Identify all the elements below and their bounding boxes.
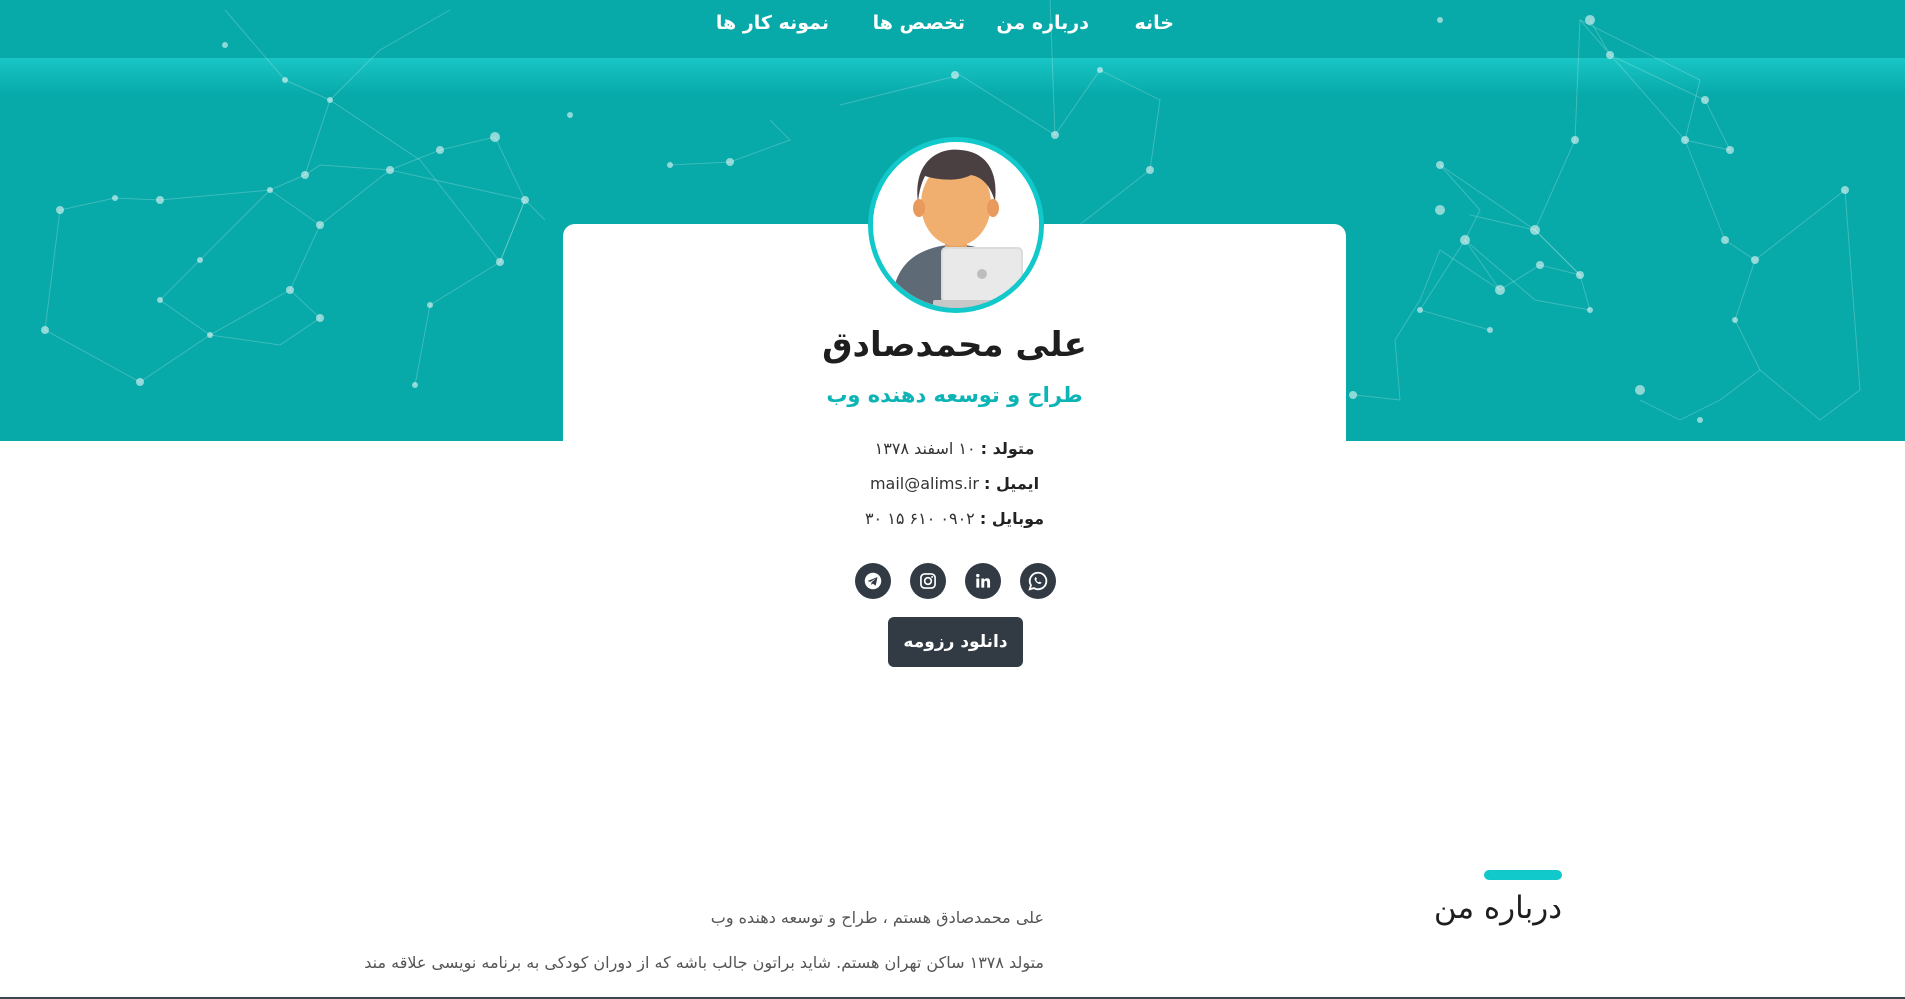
linkedin-icon[interactable] xyxy=(965,563,1001,599)
about-title-accent xyxy=(1484,870,1562,880)
email-value[interactable]: mail@alims.ir xyxy=(870,474,979,493)
mobile-value: ۰۹۰۲ ۶۱۰ ۱۵ ۳۰ xyxy=(864,509,975,528)
profile-role: طراح و توسعه دهنده وب xyxy=(826,383,1083,407)
whatsapp-icon[interactable] xyxy=(1020,563,1056,599)
telegram-icon[interactable] xyxy=(855,563,891,599)
birth-value: ۱۰ اسفند ۱۳۷۸ xyxy=(874,439,976,458)
about-paragraph-1: علی محمدصادق هستم ، طراح و توسعه دهنده و… xyxy=(710,908,1044,927)
nav-item-portfolio[interactable]: نمونه کار ها xyxy=(716,12,829,34)
profile-name: علی محمدصادق xyxy=(822,325,1087,365)
avatar-illustration xyxy=(873,142,1039,308)
mobile-row: موبایل : ۰۹۰۲ ۶۱۰ ۱۵ ۳۰ xyxy=(563,509,1346,528)
social-links xyxy=(855,563,1056,599)
nav-item-about[interactable]: درباره من xyxy=(996,12,1089,34)
top-navigation: خانه درباره من تخصص ها نمونه کار ها xyxy=(0,0,1905,50)
download-resume-button[interactable]: دانلود رزومه xyxy=(888,617,1023,667)
about-paragraph-2: متولد ۱۳۷۸ ساکن تهران هستم. شاید براتون … xyxy=(364,953,1044,972)
about-title: درباره من xyxy=(1433,890,1562,926)
instagram-icon[interactable] xyxy=(910,563,946,599)
nav-item-skills[interactable]: تخصص ها xyxy=(873,12,965,34)
email-label: ایمیل : xyxy=(984,474,1040,493)
email-row: ایمیل : mail@alims.ir xyxy=(563,474,1346,493)
nav-item-home[interactable]: خانه xyxy=(1135,12,1174,34)
avatar xyxy=(868,137,1044,313)
mobile-label: موبایل : xyxy=(979,509,1045,528)
birth-label: متولد : xyxy=(980,439,1035,458)
birth-row: متولد : ۱۰ اسفند ۱۳۷۸ xyxy=(563,439,1346,458)
